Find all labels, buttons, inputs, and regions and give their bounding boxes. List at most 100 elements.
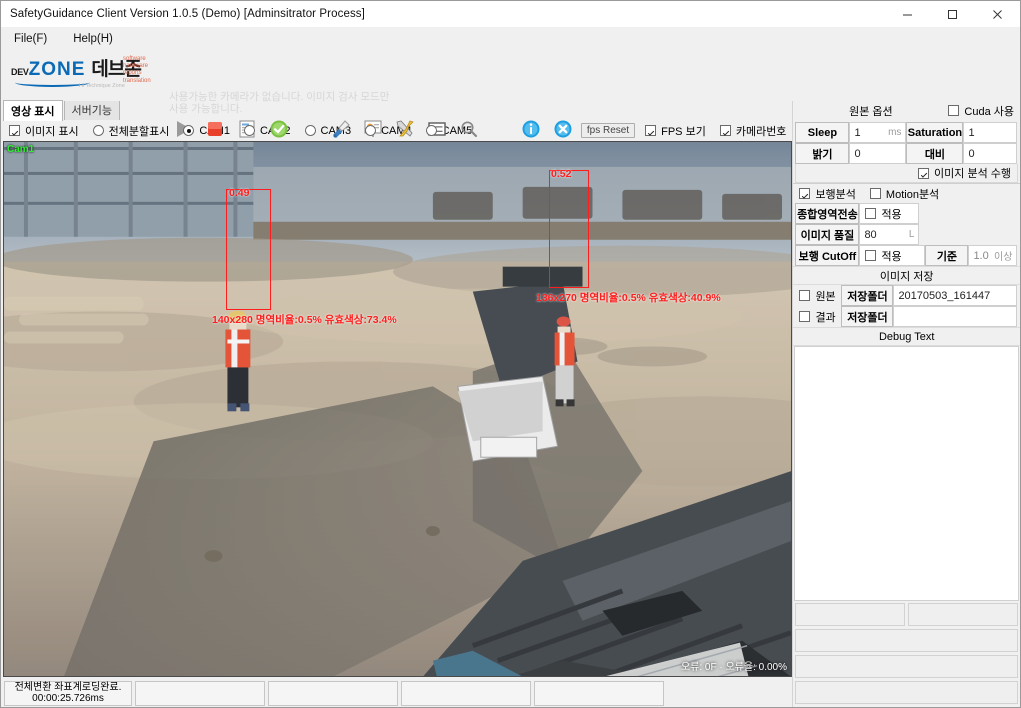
radio-split-display[interactable]: 전체분할표시: [92, 123, 170, 139]
checkbox-gait-analysis-label: 보행분석: [815, 188, 856, 201]
maximize-button[interactable]: [930, 1, 975, 28]
video-display[interactable]: Cam1 오류: 0F · 오류율: 0.00% 0.49 140x280 명역…: [3, 141, 792, 677]
checkbox-gait-analysis[interactable]: 보행분석: [799, 186, 856, 202]
contrast-label[interactable]: 대비: [906, 143, 964, 164]
gait-cutoff-label[interactable]: 보행 CutOff: [795, 245, 860, 266]
checkbox-box-icon: [948, 105, 960, 116]
title-bar: SafetyGuidance Client Version 1.0.5 (Dem…: [1, 1, 1020, 28]
brightness-input[interactable]: 0: [849, 143, 907, 164]
right-panel: 원본 옵션 Cuda 사용 Sleep 1 ms Saturation 1 밝기…: [792, 101, 1020, 707]
gait-cutoff-standard-input[interactable]: 1.0 이상: [968, 245, 1018, 266]
status-cell-line2: 00:00:25.726ms: [32, 693, 104, 704]
image-save-fields: 원본 저장폴더 20170503_161447 결과 저장폴더: [793, 285, 1020, 327]
detection-meta: 140x280 명역비율:0.5% 유효색상:73.4%: [212, 314, 397, 326]
sleep-input[interactable]: 1 ms: [849, 122, 907, 143]
status-bar: 전체변환 좌표계로딩완료. 00:00:25.726ms: [1, 677, 792, 707]
status-cell-4: [401, 680, 531, 706]
sleep-unit: ms: [888, 127, 902, 138]
checkbox-motion-analysis-label: Motion분석: [885, 188, 940, 201]
checkbox-analysis-run-label: 이미지 분석 수행: [934, 168, 1011, 180]
tab-server-functions[interactable]: 서버기능: [63, 99, 121, 120]
paint-button[interactable]: [325, 114, 357, 144]
save-result-path[interactable]: [893, 306, 1018, 327]
radio-split-display-label: 전체분할표시: [108, 125, 170, 138]
checkbox-fps-view[interactable]: FPS 보기: [645, 123, 706, 139]
checkbox-cuda[interactable]: Cuda 사용: [948, 103, 1014, 119]
checkbox-save-original-label: 원본: [815, 290, 836, 303]
checkbox-box-icon: [719, 125, 731, 136]
checkbox-image-display-label: 이미지 표시: [25, 125, 79, 138]
save-original-path[interactable]: 20170503_161447: [893, 285, 1018, 306]
minimize-button[interactable]: [885, 1, 930, 28]
menu-file[interactable]: File(F): [10, 31, 51, 47]
image-save-header: 이미지 저장: [793, 266, 1020, 285]
region-transfer-apply-label: 적용: [881, 208, 902, 221]
checkbox-box-icon: [869, 188, 881, 199]
bottom-panel-a[interactable]: [795, 603, 906, 626]
close-circle-button[interactable]: [547, 114, 579, 144]
window-title: SafetyGuidance Client Version 1.0.5 (Dem…: [10, 8, 365, 20]
checkbox-analysis-run[interactable]: 이미지 분석 수행: [918, 165, 1011, 181]
checkbox-cam-number-label: 카메라번호: [735, 125, 787, 138]
close-button[interactable]: [975, 1, 1020, 28]
radio-circle-icon: [304, 125, 316, 136]
bottom-panel-b[interactable]: [908, 603, 1018, 626]
detection-box: [226, 189, 271, 310]
saturation-input[interactable]: 1: [963, 122, 1018, 143]
debug-text-header: Debug Text: [793, 327, 1020, 346]
gait-cutoff-standard-label[interactable]: 기준: [925, 245, 969, 266]
detection-score: 0.49: [229, 187, 250, 199]
check-button[interactable]: [263, 114, 295, 144]
search-button[interactable]: [453, 114, 485, 144]
checkbox-gait-cutoff-apply[interactable]: 적용: [859, 245, 926, 266]
status-cell-conversion: 전체변환 좌표계로딩완료. 00:00:25.726ms: [4, 680, 132, 706]
fps-reset-button[interactable]: fps Reset: [580, 123, 636, 138]
debug-text-area[interactable]: [794, 346, 1019, 601]
bottom-panels: [793, 601, 1020, 707]
bottom-panel-c[interactable]: [795, 629, 1018, 652]
cam-label-overlay: Cam1: [7, 144, 35, 155]
radio-circle-icon: [425, 125, 437, 136]
saturation-label[interactable]: Saturation: [906, 122, 964, 143]
error-rate-overlay: 오류: 0F · 오류율: 0.00%: [680, 662, 787, 673]
checkbox-image-display[interactable]: 이미지 표시: [9, 123, 79, 139]
region-transfer-label[interactable]: 종합영역전송: [795, 203, 860, 224]
image-quality-input[interactable]: 80 L: [859, 224, 920, 245]
logo-tagline: Hi Technique Zone: [79, 83, 125, 89]
detection-meta: 136x270 명역비율:0.5% 유효색상:40.9%: [536, 292, 721, 304]
stop-button[interactable]: [199, 114, 231, 144]
tools-button[interactable]: [389, 114, 421, 144]
checkbox-save-result[interactable]: 결과: [795, 309, 841, 325]
radio-circle-icon: [92, 125, 104, 136]
bottom-panel-e[interactable]: [795, 681, 1018, 704]
left-pane: 영상 표시 서버기능 이미지 표시 전체분할표시 CAM1: [1, 99, 793, 707]
info-button[interactable]: [515, 114, 547, 144]
checkbox-save-original[interactable]: 원본: [795, 288, 841, 304]
bottom-panel-row-1: [795, 603, 1018, 626]
checkbox-motion-analysis[interactable]: Motion분석: [869, 186, 940, 202]
video-frame: [4, 142, 791, 676]
image-quality-value: 80: [864, 228, 877, 241]
image-quality-label[interactable]: 이미지 품질: [795, 224, 860, 245]
checkbox-cuda-label: Cuda 사용: [964, 105, 1014, 118]
source-options-header: 원본 옵션: [849, 105, 893, 118]
radio-circle-icon: [365, 125, 377, 136]
tab-video-display[interactable]: 영상 표시: [3, 100, 63, 121]
checkbox-box-icon: [9, 125, 20, 136]
checkbox-box-icon: [799, 188, 811, 199]
contrast-input[interactable]: 0: [963, 143, 1018, 164]
checkbox-region-transfer-apply[interactable]: 적용: [859, 203, 920, 224]
checkbox-box-icon: [865, 208, 877, 219]
checkbox-box-icon: [799, 311, 811, 322]
menu-help[interactable]: Help(H): [69, 31, 117, 47]
checkbox-cam-number[interactable]: 카메라번호: [719, 123, 787, 139]
brightness-label[interactable]: 밝기: [795, 143, 850, 164]
bottom-panel-d[interactable]: [795, 655, 1018, 678]
gait-cutoff-standard-value: 1.0: [973, 249, 989, 262]
checkbox-box-icon: [799, 290, 811, 301]
sleep-label[interactable]: Sleep: [795, 122, 850, 143]
save-original-folder-button[interactable]: 저장폴더: [841, 285, 894, 306]
toolbar: DEVZONE 데브존 software hardware reports transl…: [1, 50, 1020, 138]
application-window: SafetyGuidance Client Version 1.0.5 (Dem…: [0, 0, 1021, 708]
save-result-folder-button[interactable]: 저장폴더: [841, 306, 894, 327]
